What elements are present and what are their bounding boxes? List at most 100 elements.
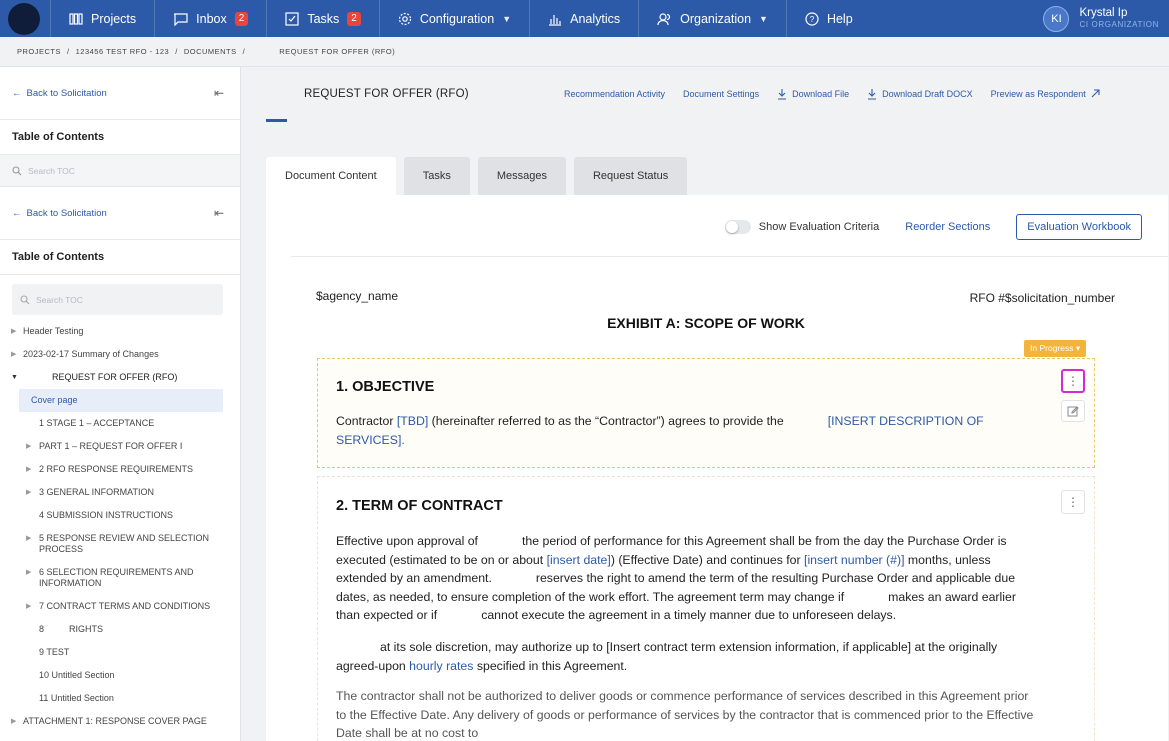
app-logo[interactable] [8, 2, 40, 35]
nav-analytics[interactable]: Analytics [529, 0, 638, 37]
toc-item[interactable]: ▶ 2023-02-17 Summary of Changes [0, 343, 240, 366]
toc-item[interactable]: 11 Untitled Section [0, 687, 240, 710]
nav-configuration-label: Configuration [419, 11, 495, 26]
placeholder-link[interactable]: [insert number (#)] [804, 553, 904, 567]
arrow-left-icon: ← [12, 207, 22, 219]
nav-inbox[interactable]: Inbox 2 [154, 0, 266, 37]
action-label: Download File [792, 88, 850, 99]
breadcrumb-project[interactable]: 123456 TEST RFO - 123 [76, 47, 170, 56]
placeholder-link[interactable]: [insert date] [547, 553, 611, 567]
toc-item[interactable]: 4 SUBMISSION INSTRUCTIONS [0, 504, 240, 527]
user-menu[interactable]: KI Krystal Ip CI ORGANIZATION [1033, 0, 1169, 37]
nav-help[interactable]: ? Help [785, 0, 871, 37]
nav-tasks-label: Tasks [307, 11, 340, 26]
chevron-right-icon: ▶ [11, 328, 17, 335]
back-label: Back to Solicitation [26, 207, 107, 219]
chevron-right-icon: ▶ [26, 466, 32, 473]
nav-projects[interactable]: Projects [50, 0, 154, 37]
toc-item[interactable]: ▶ 2 RFO RESPONSE REQUIREMENTS [0, 458, 240, 481]
tab-messages[interactable]: Messages [477, 157, 566, 195]
breadcrumb-documents[interactable]: DOCUMENTS [184, 47, 237, 56]
tab-tasks[interactable]: Tasks [403, 157, 470, 195]
toc-search-input[interactable]: Search TOC [12, 284, 223, 315]
nav-organization[interactable]: Organization ▼ [638, 0, 786, 37]
toggle-switch[interactable] [724, 220, 751, 234]
action-label: Document Settings [683, 88, 760, 99]
toc-item[interactable]: ▶ 7 CONTRACT TERMS AND CONDITIONS [0, 595, 240, 618]
toc-item[interactable]: ▶ 6 SELECTION REQUIREMENTS AND INFORMATIO… [0, 561, 240, 595]
tab-request-status[interactable]: Request Status [573, 157, 688, 195]
section-objective[interactable]: 1. OBJECTIVE ⋮ Contractor [TBD] (hereina… [317, 358, 1095, 468]
avatar: KI [1043, 5, 1070, 32]
arrow-left-icon: ← [12, 87, 22, 99]
evaluation-workbook-button[interactable]: Evaluation Workbook [1016, 214, 1142, 240]
toc-title: Table of Contents [0, 240, 240, 275]
placeholder-link[interactable]: hourly rates [409, 659, 473, 673]
more-vertical-icon: ⋮ [1067, 495, 1079, 509]
gear-icon [398, 12, 411, 25]
breadcrumb-sep: / [175, 47, 178, 56]
toc-item[interactable]: ▶ PART 1 – REQUEST FOR OFFER I [0, 435, 240, 458]
body-text: specified in this Agreement. [473, 658, 628, 673]
placeholder-link[interactable]: [TBD] [397, 414, 428, 428]
nav-projects-label: Projects [91, 11, 137, 26]
recommendation-activity-link[interactable]: Recommendation Activity [564, 89, 665, 99]
section-title: 1. OBJECTIVE [336, 379, 435, 395]
toc-item[interactable]: ▶ ATTACHMENT 1: RESPONSE COVER PAGE [0, 710, 240, 733]
chevron-down-icon: ▼ [11, 374, 18, 381]
toc-item-label: 2023-02-17 Summary of Changes [23, 349, 159, 359]
section-term-of-contract[interactable]: 2. TERM OF CONTRACT ⋮ Effective upon app… [317, 476, 1095, 741]
back-to-solicitation-link[interactable]: ← Back to Solicitation [12, 208, 107, 219]
status-badge[interactable]: In Progress ▾ [1024, 340, 1087, 357]
toc-item-cover-page[interactable]: Cover page [19, 389, 223, 412]
preview-as-respondent-link[interactable]: Preview as Respondent [991, 89, 1100, 99]
section-menu-button[interactable]: ⋮ [1061, 369, 1085, 393]
toc-item-label: PART 1 – REQUEST FOR OFFER I [39, 441, 183, 451]
toc-item-label: Cover page [31, 395, 78, 405]
body-text: Effective upon approval of [336, 534, 478, 548]
edit-section-button[interactable] [1061, 400, 1085, 422]
inbox-icon [174, 12, 188, 26]
toc-item[interactable]: 8 RIGHTS [0, 618, 240, 641]
action-label: Recommendation Activity [564, 88, 666, 99]
toc-item-label: REQUEST FOR OFFER (RFO) [52, 372, 178, 382]
toc-item-label: 4 SUBMISSION INSTRUCTIONS [39, 510, 174, 520]
tasks-icon [285, 11, 299, 26]
toc-item-label: ATTACHMENT 1: RESPONSE COVER PAGE [23, 716, 207, 726]
toc-item[interactable]: 10 Untitled Section [0, 664, 240, 687]
back-to-solicitation-link[interactable]: ← Back to Solicitation [12, 88, 107, 99]
toc-item[interactable]: ▶ Header Testing [0, 320, 240, 343]
reorder-sections-button[interactable]: Reorder Sections [905, 221, 990, 233]
section-body: Effective upon approval of the period of … [336, 532, 1034, 625]
toc-item-label: 5 RESPONSE REVIEW AND SELECTION PROCESS [39, 533, 210, 554]
breadcrumb-sep: / [67, 47, 70, 56]
chevron-right-icon: ▶ [11, 351, 17, 358]
collapse-sidebar-icon[interactable]: ⇤ [214, 206, 224, 220]
breadcrumb: PROJECTS / 123456 TEST RFO - 123 / DOCUM… [0, 37, 1169, 67]
document-settings-link[interactable]: Document Settings [683, 89, 759, 99]
panel-toolbar: Show Evaluation Criteria Reorder Section… [724, 214, 1142, 240]
more-vertical-icon: ⋮ [1067, 374, 1079, 388]
toc-search-input[interactable]: Search TOC [0, 155, 240, 187]
toc-item[interactable]: ▶ 3 GENERAL INFORMATION [0, 481, 240, 504]
toc-item-label: 6 SELECTION REQUIREMENTS AND INFORMATION [39, 567, 194, 588]
body-text: The contractor shall not be authorized t… [336, 689, 1034, 741]
toc-item[interactable]: 1 STAGE 1 – ACCEPTANCE [0, 412, 240, 435]
toc-sidebar: ← Back to Solicitation ⇤ Table of Content… [0, 67, 241, 741]
toc-item[interactable]: ▶ 5 RESPONSE REVIEW AND SELECTION PROCESS [0, 527, 240, 561]
nav-tasks[interactable]: Tasks 2 [266, 0, 379, 37]
nav-configuration[interactable]: Configuration ▼ [378, 0, 529, 37]
analytics-icon [549, 14, 562, 26]
tab-document-content[interactable]: Document Content [266, 157, 396, 195]
section-menu-button[interactable]: ⋮ [1061, 490, 1085, 514]
chevron-right-icon: ▶ [26, 489, 32, 496]
toc-item[interactable]: 9 TEST [0, 641, 240, 664]
breadcrumb-projects[interactable]: PROJECTS [17, 47, 61, 56]
download-draft-docx-link[interactable]: Download Draft DOCX [867, 88, 973, 100]
collapse-sidebar-icon[interactable]: ⇤ [214, 86, 224, 100]
toc-item[interactable]: ▼ REQUEST FOR OFFER (RFO) [0, 366, 240, 389]
toc-item-label: 1 STAGE 1 – ACCEPTANCE [39, 418, 155, 428]
evaluation-criteria-toggle[interactable]: Show Evaluation Criteria [724, 220, 879, 234]
download-file-link[interactable]: Download File [777, 88, 849, 100]
chevron-right-icon: ▶ [26, 535, 32, 542]
